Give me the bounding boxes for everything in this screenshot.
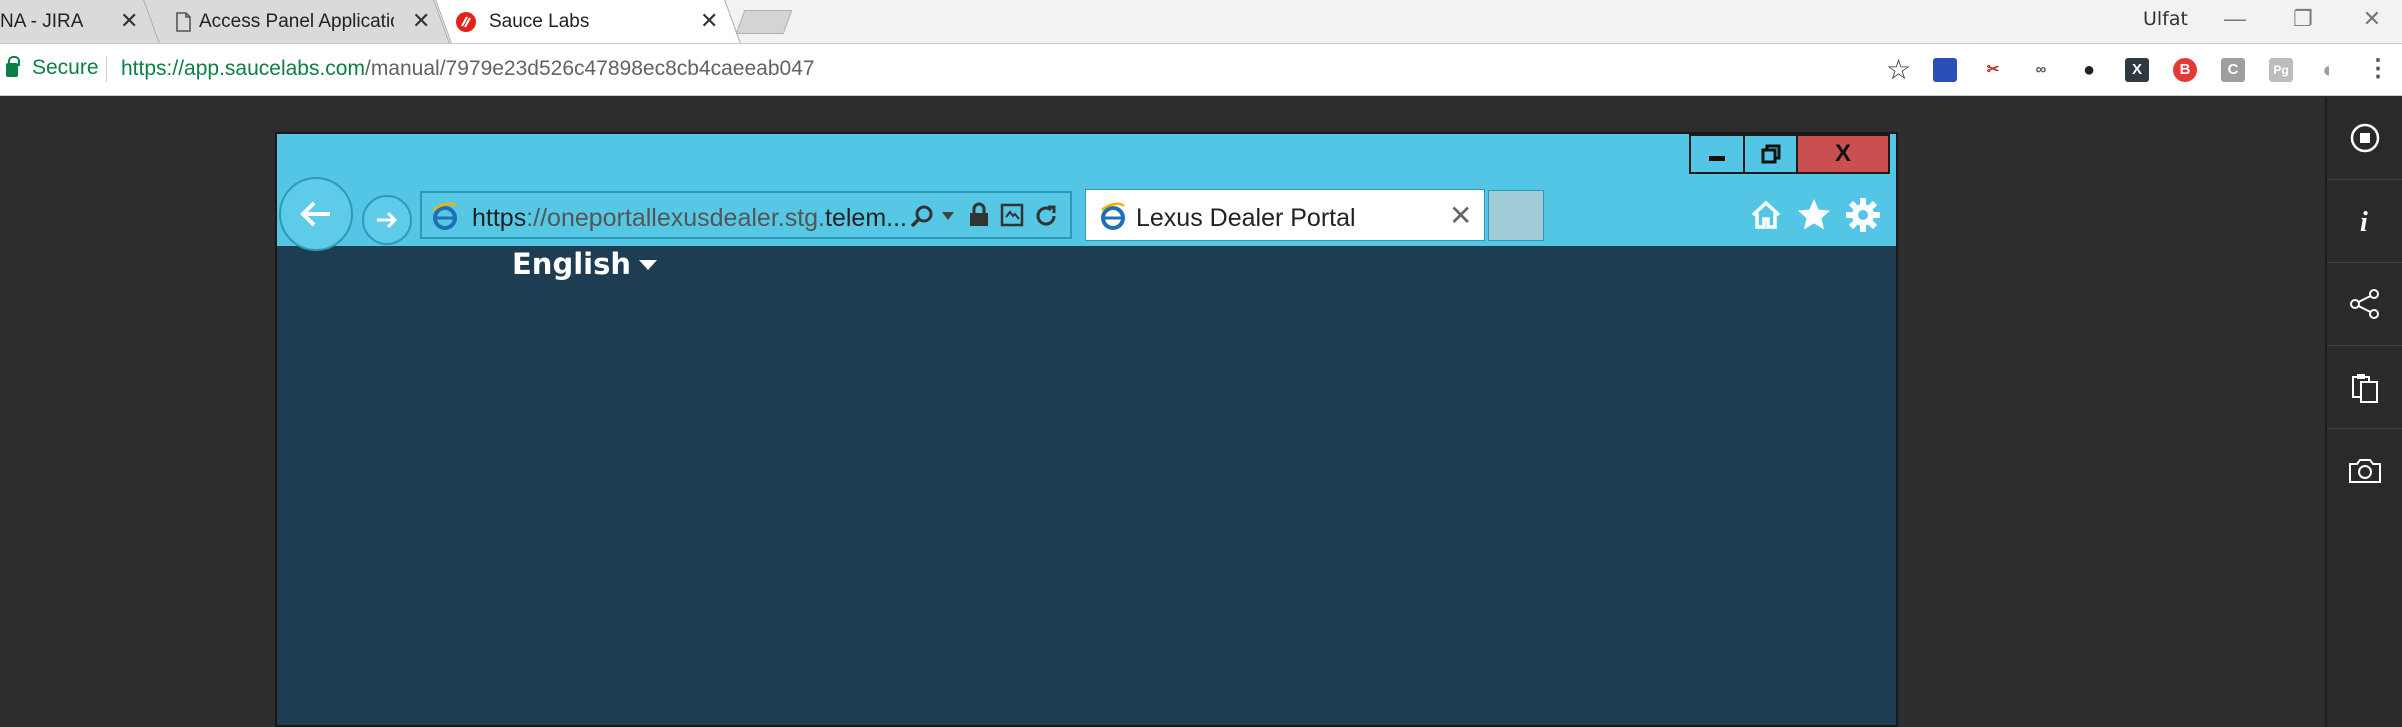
remote-browser-window[interactable]: X https://oneportallexusdealer.stg.telem… bbox=[275, 132, 1898, 727]
settings-gear-icon[interactable] bbox=[1844, 196, 1882, 234]
tab-title: Sauce Labs bbox=[489, 10, 590, 32]
ext-blue-icon[interactable] bbox=[1933, 58, 1957, 82]
ie-tab-title: Lexus Dealer Portal bbox=[1136, 204, 1356, 232]
tab-access-panel[interactable]: Access Panel Applications ✕ bbox=[144, 0, 450, 43]
restore-icon[interactable]: ❐ bbox=[2283, 6, 2323, 32]
ie-logo-icon bbox=[1101, 202, 1125, 230]
home-icon[interactable] bbox=[1747, 196, 1785, 234]
ie-close-button[interactable]: X bbox=[1796, 134, 1890, 174]
menu-icon[interactable]: ⋮ bbox=[2366, 54, 2390, 83]
session-sidebar: i bbox=[2325, 97, 2402, 727]
url-host: https://app.saucelabs.com bbox=[121, 57, 365, 80]
page-icon bbox=[176, 12, 191, 32]
ie-minimize-button[interactable] bbox=[1689, 134, 1745, 174]
chevron-down-icon bbox=[639, 260, 658, 270]
url-field[interactable]: https://app.saucelabs.com/manual/7979e23… bbox=[121, 57, 815, 81]
ext-scissors-icon[interactable]: ✂ bbox=[1981, 58, 2005, 82]
ext-red-b-icon[interactable]: B bbox=[2173, 58, 2197, 82]
tab-title: NA - JIRA bbox=[0, 10, 84, 32]
tab-jira[interactable]: NA - JIRA ✕ bbox=[0, 0, 160, 43]
tab-sauce-labs[interactable]: Sauce Labs ✕ bbox=[435, 0, 741, 43]
ext-c-icon[interactable]: C bbox=[2221, 58, 2245, 82]
close-icon[interactable]: ✕ bbox=[120, 8, 138, 34]
lock-icon[interactable] bbox=[968, 202, 990, 228]
clipboard-icon[interactable] bbox=[2327, 346, 2402, 428]
favorites-star-icon[interactable] bbox=[1795, 196, 1833, 234]
ext-gray-circle-icon[interactable]: ◐ bbox=[2317, 58, 2341, 82]
ext-pg-icon[interactable]: Pg bbox=[2269, 58, 2293, 82]
close-icon[interactable]: ✕ bbox=[1449, 199, 1472, 232]
camera-icon[interactable] bbox=[2327, 429, 2402, 511]
minimize-icon[interactable]: — bbox=[2215, 6, 2255, 32]
tab-title: Access Panel Applications bbox=[199, 10, 394, 32]
url-path: /manual/7979e23d526c47898ec8cb4caeeab047 bbox=[364, 57, 815, 80]
ie-address-bar[interactable]: https://oneportallexusdealer.stg.telem..… bbox=[420, 191, 1072, 239]
tab-strip: NA - JIRA ✕ Access Panel Applications ✕ … bbox=[0, 0, 2402, 44]
sauce-labs-icon bbox=[456, 12, 476, 32]
star-icon[interactable]: ☆ bbox=[1886, 53, 1911, 86]
info-icon[interactable]: i bbox=[2327, 180, 2402, 262]
chevron-down-icon[interactable] bbox=[941, 210, 955, 222]
back-arrow-icon bbox=[300, 201, 330, 227]
ext-x-icon[interactable]: X bbox=[2125, 58, 2149, 82]
ie-url: https://oneportallexusdealer.stg.telem..… bbox=[472, 204, 907, 232]
lock-icon bbox=[6, 56, 20, 77]
language-label: English bbox=[512, 247, 632, 281]
ie-logo-icon bbox=[433, 202, 457, 230]
close-icon[interactable]: ✕ bbox=[412, 8, 430, 34]
close-icon[interactable]: ✕ bbox=[700, 8, 718, 34]
ie-new-tab-button[interactable] bbox=[1488, 190, 1544, 241]
close-icon: X bbox=[1834, 140, 1851, 167]
close-window-icon[interactable]: ✕ bbox=[2352, 6, 2392, 32]
stop-icon[interactable] bbox=[2327, 97, 2402, 179]
forward-arrow-icon bbox=[377, 211, 398, 229]
svg-text:i: i bbox=[2360, 207, 2368, 237]
ie-restore-button[interactable] bbox=[1743, 134, 1798, 174]
minimize-icon bbox=[1709, 156, 1725, 161]
ie-back-button[interactable] bbox=[279, 177, 353, 251]
search-icon[interactable] bbox=[909, 204, 935, 230]
ext-glasses-icon[interactable]: ∞ bbox=[2029, 58, 2053, 82]
ie-titlebar: X https://oneportallexusdealer.stg.telem… bbox=[277, 134, 1896, 251]
compatibility-view-icon[interactable] bbox=[1000, 203, 1024, 227]
profile-name[interactable]: Ulfat bbox=[2143, 8, 2188, 30]
security-indicator[interactable]: Secure bbox=[6, 56, 99, 80]
ext-dark-circle-icon[interactable]: ● bbox=[2077, 58, 2101, 82]
divider bbox=[106, 56, 107, 82]
secure-label: Secure bbox=[32, 56, 99, 79]
new-tab-button[interactable] bbox=[735, 10, 793, 34]
restore-icon bbox=[1761, 144, 1780, 164]
share-icon[interactable] bbox=[2327, 263, 2402, 345]
ie-forward-button[interactable] bbox=[362, 195, 412, 245]
refresh-icon[interactable] bbox=[1033, 203, 1059, 229]
ie-tab-lexus[interactable]: Lexus Dealer Portal ✕ bbox=[1085, 189, 1485, 241]
browser-toolbar: Secure https://app.saucelabs.com/manual/… bbox=[0, 44, 2402, 96]
language-selector[interactable]: English bbox=[512, 247, 658, 281]
